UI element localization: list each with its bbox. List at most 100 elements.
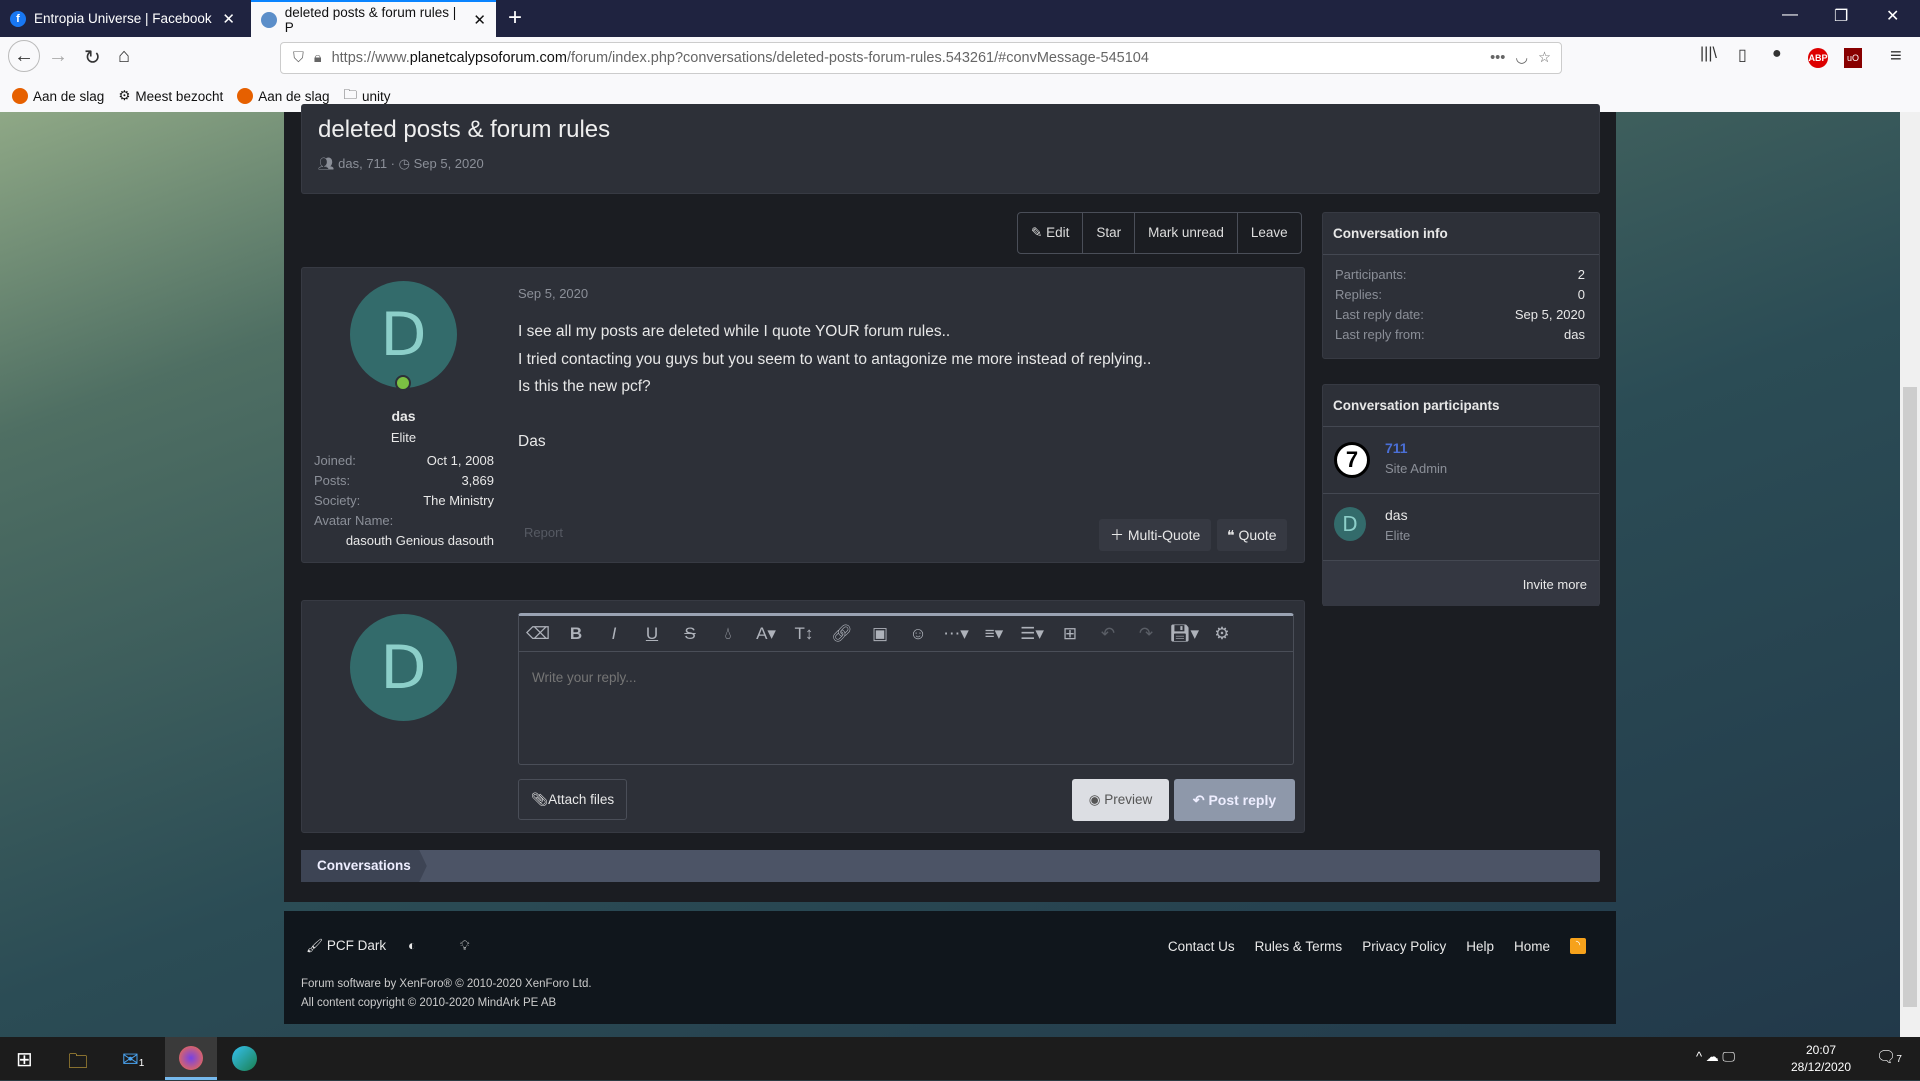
- style-chooser[interactable]: 🖌︎ PCF Dark: [306, 938, 386, 954]
- preview-button[interactable]: ◉ Preview: [1072, 779, 1169, 821]
- edge-icon[interactable]: [232, 1046, 257, 1071]
- invite-more-link[interactable]: Invite more: [1323, 561, 1599, 606]
- address-bar[interactable]: ⛉ 🔒︎ https://www.planetcalypsoforum.com/…: [280, 42, 1562, 74]
- post-date[interactable]: Sep 5, 2020: [518, 286, 588, 301]
- theme-toggle-icon[interactable]: ◐: [408, 938, 416, 953]
- drafts-icon[interactable]: 💾︎▾: [1165, 624, 1203, 644]
- bookmark-star-icon[interactable]: ☆: [1538, 50, 1551, 66]
- participant-item[interactable]: 7 711 Site Admin: [1323, 427, 1599, 494]
- home-button[interactable]: ⌂: [118, 45, 130, 68]
- clock[interactable]: 20:07 28/12/2020: [1786, 1042, 1856, 1076]
- style-label: PCF Dark: [326, 938, 387, 953]
- minimize-button[interactable]: —: [1782, 6, 1798, 24]
- library-icon[interactable]: |||\: [1700, 45, 1717, 63]
- list-icon[interactable]: ☰▾: [1013, 624, 1051, 644]
- firefox-taskbar-button[interactable]: [165, 1037, 217, 1080]
- contact-us-link[interactable]: Contact Us: [1168, 939, 1235, 954]
- mark-unread-button[interactable]: Mark unread: [1134, 213, 1237, 253]
- ublock-icon[interactable]: uO: [1844, 48, 1862, 68]
- edit-button[interactable]: ✎ Edit: [1018, 213, 1082, 253]
- scrollbar-thumb[interactable]: [1903, 387, 1917, 1007]
- close-window-button[interactable]: ✕: [1886, 6, 1899, 26]
- image-icon[interactable]: ▣: [861, 624, 899, 644]
- adblock-icon[interactable]: ABP: [1808, 48, 1828, 68]
- participants-title: Conversation participants: [1323, 385, 1599, 427]
- sidebar-icon[interactable]: ▯: [1738, 45, 1747, 65]
- avatar[interactable]: D: [350, 281, 457, 388]
- scrollbar[interactable]: [1900, 112, 1920, 1037]
- windows-start-icon[interactable]: ⊞: [16, 1047, 33, 1072]
- info-value: das: [1564, 327, 1585, 342]
- thread-participants[interactable]: das, 711: [338, 156, 387, 171]
- shield-icon[interactable]: ⛉: [293, 50, 304, 66]
- close-tab-icon[interactable]: ✕: [473, 11, 486, 29]
- post-reply-button[interactable]: ↶ Post reply: [1174, 779, 1295, 821]
- restore-button[interactable]: ❐: [1834, 6, 1848, 26]
- username[interactable]: das: [312, 408, 495, 424]
- new-tab-button[interactable]: +: [508, 4, 522, 32]
- avatar[interactable]: D: [1334, 507, 1366, 541]
- quote-icon: ❝: [1227, 527, 1235, 543]
- participant-item[interactable]: D das Elite: [1323, 494, 1599, 561]
- font-icon[interactable]: A▾: [747, 624, 785, 644]
- bookmark-meest-bezocht[interactable]: ⚙ Meest bezocht: [118, 88, 223, 104]
- link-icon[interactable]: 🔗︎: [823, 624, 861, 644]
- quote-button[interactable]: ❝ Quote: [1217, 519, 1287, 551]
- home-link[interactable]: Home: [1514, 939, 1550, 954]
- attach-files-button[interactable]: 📎︎Attach files: [518, 779, 628, 820]
- settings-icon[interactable]: ⚙: [1203, 624, 1241, 644]
- bookmark-aan-de-slag-2[interactable]: Aan de slag: [237, 88, 330, 104]
- editor: ⌫ B I U S 💧︎ A▾ T↕ 🔗︎ ▣ ☺ ⋯▾ ≡▾ ☰▾ ⊞ ↶ ↷ 💾︎▾ ⚙: [518, 613, 1294, 765]
- italic-icon[interactable]: I: [595, 624, 633, 644]
- close-tab-icon[interactable]: ✕: [222, 10, 235, 28]
- firefox-icon: [179, 1046, 203, 1070]
- back-button[interactable]: ←: [8, 40, 40, 72]
- help-link[interactable]: Help: [1466, 939, 1494, 954]
- notifications-icon[interactable]: 🗨︎7: [1876, 1047, 1902, 1067]
- align-icon[interactable]: ≡▾: [975, 624, 1013, 644]
- bookmark-aan-de-slag[interactable]: Aan de slag: [12, 88, 104, 104]
- avatar-letter: D: [380, 632, 427, 703]
- leave-button[interactable]: Leave: [1236, 213, 1301, 253]
- breadcrumb-conversations[interactable]: Conversations: [301, 850, 427, 882]
- tab-facebook[interactable]: f Entropia Universe | Facebook ✕: [0, 0, 245, 37]
- more-icon[interactable]: •••: [1490, 50, 1505, 66]
- rules-terms-link[interactable]: Rules & Terms: [1255, 939, 1343, 954]
- tab-forum[interactable]: deleted posts & forum rules | P ✕: [251, 0, 496, 37]
- table-icon[interactable]: ⊞: [1051, 624, 1089, 644]
- bold-icon[interactable]: B: [557, 624, 595, 644]
- file-explorer-icon[interactable]: 🗀: [68, 1047, 88, 1081]
- multi-quote-button[interactable]: ＋ Multi-Quote: [1099, 519, 1212, 551]
- more-options-icon[interactable]: ⋯▾: [937, 624, 975, 644]
- forward-button[interactable]: →: [48, 45, 68, 68]
- lightbulb-icon[interactable]: 💡︎: [460, 938, 469, 954]
- participant-name[interactable]: das: [1385, 507, 1408, 523]
- font-size-icon[interactable]: T↕: [785, 624, 823, 644]
- stat-label: Society:: [314, 493, 361, 508]
- menu-icon[interactable]: ≡: [1890, 45, 1902, 68]
- color-icon[interactable]: 💧︎: [709, 624, 747, 644]
- privacy-policy-link[interactable]: Privacy Policy: [1362, 939, 1446, 954]
- online-status-icon: [395, 375, 411, 391]
- star-button[interactable]: Star: [1082, 213, 1134, 253]
- rss-icon[interactable]: ◝: [1570, 938, 1586, 954]
- strikethrough-icon[interactable]: S: [671, 624, 709, 644]
- avatar[interactable]: 7: [1334, 442, 1370, 478]
- reload-button[interactable]: ↻: [84, 45, 101, 70]
- system-tray[interactable]: ^ ☁ 🖵︎: [1696, 1049, 1735, 1065]
- clear-format-icon[interactable]: ⌫: [519, 624, 557, 644]
- undo-icon[interactable]: ↶: [1089, 624, 1127, 644]
- underline-icon[interactable]: U: [633, 624, 671, 644]
- quick-reply: D ⌫BIUS💧︎A▾T↕🔗︎▣☺⋯▾≡▾☰▾⊞↶↷💾︎▾⚙ 📎︎Attach …: [301, 600, 1305, 833]
- participant-name[interactable]: 711: [1385, 440, 1408, 456]
- account-icon[interactable]: ●: [1772, 45, 1782, 63]
- smiley-icon[interactable]: ☺: [899, 624, 937, 644]
- time: 20:07: [1805, 1043, 1837, 1057]
- globe-icon: [261, 11, 277, 28]
- reply-input[interactable]: [519, 652, 1293, 762]
- redo-icon[interactable]: ↷: [1127, 624, 1165, 644]
- mail-icon[interactable]: ✉1: [122, 1047, 144, 1072]
- mail-badge: 1: [138, 1058, 145, 1069]
- pocket-icon[interactable]: ◡: [1515, 50, 1528, 66]
- report-link[interactable]: Report: [524, 525, 563, 540]
